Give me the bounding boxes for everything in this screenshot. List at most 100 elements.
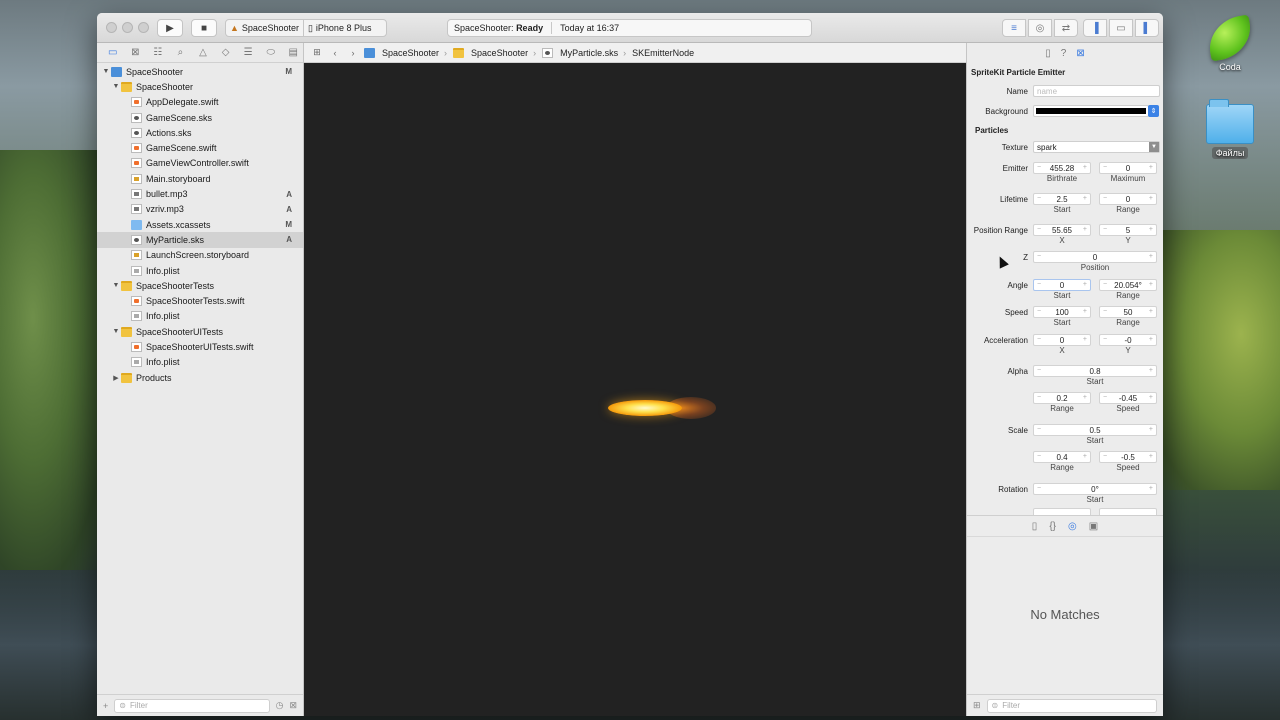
plus-icon[interactable]: +	[1083, 225, 1087, 235]
birthrate-stepper[interactable]: − 455.28 +	[1033, 162, 1091, 174]
tree-row-group[interactable]: ▶ Products	[97, 370, 303, 385]
tree-row-file[interactable]: AppDelegate.swift	[97, 95, 303, 110]
tree-row-group[interactable]: ▼ SpaceShooterUITests	[97, 324, 303, 339]
plus-icon[interactable]: +	[1083, 163, 1087, 173]
scale-speed-stepper[interactable]: − -0.5 +	[1099, 451, 1157, 463]
run-button[interactable]: ▶	[157, 19, 183, 37]
plus-icon[interactable]: +	[1149, 335, 1153, 345]
scheme-selector[interactable]: ▲ SpaceShooter ▯ iPhone 8 Plus	[225, 19, 387, 37]
lifetime-range-stepper[interactable]: − 0 +	[1099, 193, 1157, 205]
minus-icon[interactable]: −	[1103, 280, 1107, 290]
color-popup-button[interactable]: ⇕	[1148, 105, 1159, 117]
plus-icon[interactable]: +	[1083, 280, 1087, 290]
alpha-speed-stepper[interactable]: − -0.45 +	[1099, 392, 1157, 404]
plus-icon[interactable]: +	[1083, 194, 1087, 204]
alpha-range-stepper[interactable]: − 0.2 +	[1033, 392, 1091, 404]
plus-icon[interactable]: +	[1149, 307, 1153, 317]
speed-range-stepper[interactable]: − 50 +	[1099, 306, 1157, 318]
forward-arrow-icon[interactable]: ›	[346, 48, 360, 58]
disclosure-open-icon[interactable]: ▼	[111, 328, 121, 335]
breadcrumb-group[interactable]: SpaceShooter ›	[453, 47, 538, 58]
plus-icon[interactable]: +	[1149, 280, 1153, 290]
issue-tab-icon[interactable]: △	[193, 45, 213, 61]
toggle-navigator-button[interactable]: ▐	[1083, 19, 1107, 37]
disclosure-open-icon[interactable]: ▼	[111, 282, 121, 289]
speed-start-stepper[interactable]: − 100 +	[1033, 306, 1091, 318]
plus-icon[interactable]: +	[1083, 393, 1087, 403]
grid-view-icon[interactable]: ⊞	[973, 700, 981, 711]
position-range-y-stepper[interactable]: − 5 +	[1099, 224, 1157, 236]
scm-filter-icon[interactable]: ⊠	[289, 700, 297, 711]
minus-icon[interactable]: −	[1037, 194, 1041, 204]
acceleration-y-stepper[interactable]: − -0 +	[1099, 334, 1157, 346]
tree-row-file[interactable]: Main.storyboard	[97, 171, 303, 186]
alpha-start-stepper[interactable]: − 0.8 +	[1033, 365, 1157, 377]
minus-icon[interactable]: −	[1037, 307, 1041, 317]
disclosure-open-icon[interactable]: ▼	[111, 83, 121, 90]
tree-row-file[interactable]: GameScene.sks	[97, 110, 303, 125]
minus-icon[interactable]: −	[1103, 393, 1107, 403]
media-library-icon[interactable]: ▣	[1089, 521, 1098, 532]
plus-icon[interactable]: +	[1149, 452, 1153, 462]
breadcrumb-project[interactable]: SpaceShooter ›	[364, 47, 449, 58]
maximum-stepper[interactable]: − 0 +	[1099, 162, 1157, 174]
angle-range-stepper[interactable]: − 20.054° +	[1099, 279, 1157, 291]
recent-files-icon[interactable]: ◷	[276, 700, 284, 711]
tree-row-group[interactable]: ▼ SpaceShooterTests	[97, 278, 303, 293]
minus-icon[interactable]: −	[1037, 393, 1041, 403]
tree-row-file[interactable]: GameViewController.swift	[97, 156, 303, 171]
minus-icon[interactable]: −	[1103, 452, 1107, 462]
tree-row-file-selected[interactable]: MyParticle.sks A	[97, 232, 303, 248]
texture-select[interactable]: spark ▼	[1033, 141, 1160, 153]
plus-icon[interactable]: +	[1149, 393, 1153, 403]
tree-row-file[interactable]: Assets.xcassets M	[97, 217, 303, 232]
minus-icon[interactable]: −	[1037, 280, 1041, 290]
tree-row-file[interactable]: Actions.sks	[97, 125, 303, 140]
source-control-tab-icon[interactable]: ⊠	[126, 45, 146, 61]
plus-icon[interactable]: +	[1149, 163, 1153, 173]
rotation-speed-stepper[interactable]	[1099, 508, 1157, 515]
tree-row-project[interactable]: ▼ SpaceShooter M	[97, 64, 303, 79]
z-position-stepper[interactable]: − 0 +	[1033, 251, 1157, 263]
related-items-icon[interactable]: ⊞	[310, 47, 324, 58]
plus-icon[interactable]: +	[1149, 252, 1153, 262]
stop-button[interactable]: ■	[191, 19, 217, 37]
tree-row-file[interactable]: vzriv.mp3 A	[97, 202, 303, 217]
minus-icon[interactable]: −	[1103, 335, 1107, 345]
minus-icon[interactable]: −	[1103, 225, 1107, 235]
scheme-device[interactable]: ▯ iPhone 8 Plus	[304, 23, 376, 34]
minus-icon[interactable]: −	[1037, 366, 1041, 376]
position-range-x-stepper[interactable]: − 55.65 +	[1033, 224, 1091, 236]
disclosure-open-icon[interactable]: ▼	[101, 68, 111, 75]
scale-range-stepper[interactable]: − 0.4 +	[1033, 451, 1091, 463]
tree-row-file[interactable]: LaunchScreen.storyboard	[97, 248, 303, 263]
close-window-button[interactable]	[106, 22, 117, 33]
particle-emitter-preview[interactable]	[604, 393, 724, 423]
minimize-window-button[interactable]	[122, 22, 133, 33]
toggle-debug-button[interactable]: ▭	[1109, 19, 1133, 37]
disclosure-closed-icon[interactable]: ▶	[111, 374, 121, 382]
minus-icon[interactable]: −	[1037, 252, 1041, 262]
plus-icon[interactable]: +	[1083, 307, 1087, 317]
desktop-icon-coda[interactable]: Coda	[1198, 14, 1262, 73]
add-icon[interactable]: +	[103, 701, 108, 711]
test-tab-icon[interactable]: ◇	[216, 45, 236, 61]
plus-icon[interactable]: +	[1149, 366, 1153, 376]
lifetime-start-stepper[interactable]: − 2.5 +	[1033, 193, 1091, 205]
help-icon[interactable]: ?	[1061, 48, 1067, 59]
tree-row-group[interactable]: ▼ SpaceShooter	[97, 79, 303, 94]
breadcrumb-file[interactable]: MyParticle.sks ›	[542, 47, 628, 58]
scheme-target[interactable]: ▲ SpaceShooter	[226, 23, 303, 33]
library-filter-input[interactable]: ⊜ Filter	[986, 698, 1157, 713]
minus-icon[interactable]: −	[1103, 194, 1107, 204]
rotation-range-stepper[interactable]	[1033, 508, 1091, 515]
tree-row-file[interactable]: Info.plist	[97, 263, 303, 278]
scale-start-stepper[interactable]: − 0.5 +	[1033, 424, 1157, 436]
minus-icon[interactable]: −	[1037, 225, 1041, 235]
minus-icon[interactable]: −	[1103, 307, 1107, 317]
minus-icon[interactable]: −	[1037, 335, 1041, 345]
standard-editor-button[interactable]: ≡	[1002, 19, 1026, 37]
plus-icon[interactable]: +	[1149, 225, 1153, 235]
acceleration-x-stepper[interactable]: − 0 +	[1033, 334, 1091, 346]
file-template-icon[interactable]: ▯	[1032, 521, 1038, 532]
